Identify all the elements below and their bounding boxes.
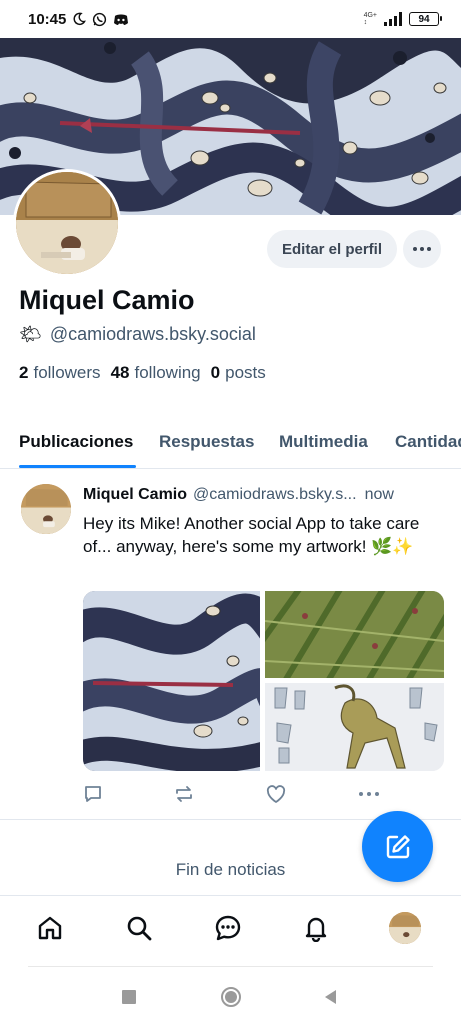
post-image-2[interactable] [265, 591, 444, 678]
profile-more-button[interactable] [403, 230, 441, 268]
tab-publicaciones[interactable]: Publicaciones [19, 432, 133, 452]
tab-multimedia[interactable]: Multimedia [279, 432, 368, 452]
tab-respuestas[interactable]: Respuestas [159, 432, 254, 452]
search-icon [127, 916, 152, 941]
bell-icon [305, 917, 327, 942]
home-system-button[interactable] [219, 985, 243, 1009]
whatsapp-icon [93, 12, 107, 26]
post-body: Hey its Mike! Another social App to take… [83, 514, 420, 556]
compose-button[interactable] [362, 811, 433, 882]
signal-icon [384, 12, 402, 26]
chat-icon [215, 915, 241, 941]
battery-indicator: 94 [409, 12, 442, 26]
posts-stat: 0 posts [210, 363, 266, 382]
handle-row: 🌤 @camiodraws.bsky.social [19, 324, 256, 345]
discord-icon [114, 14, 129, 25]
nav-search[interactable] [123, 912, 155, 944]
profile-tabs: Publicaciones Respuestas Multimedia Cant… [0, 420, 461, 469]
post-more-button[interactable] [358, 783, 380, 805]
reply-icon [85, 786, 101, 802]
post-author-name[interactable]: Miquel Camio [83, 486, 187, 504]
profile-stats: 2 followers 48 following 0 posts [19, 363, 266, 383]
nav-profile[interactable] [389, 912, 421, 944]
display-name: Miquel Camio [19, 285, 195, 315]
heart-icon [266, 784, 286, 803]
compose-icon [386, 834, 410, 858]
post-actions [82, 783, 382, 805]
circle-icon [221, 987, 241, 1007]
edit-profile-button[interactable]: Editar el perfil [267, 230, 397, 268]
post-avatar-photo [21, 484, 71, 534]
post-image-1[interactable] [83, 591, 260, 771]
nav-divider [28, 966, 433, 967]
bottom-navigation [0, 895, 461, 965]
network-type: 4G+ ↕ [363, 12, 377, 26]
like-button[interactable] [265, 783, 287, 805]
repost-icon [176, 786, 192, 802]
post-timestamp: now [364, 486, 394, 503]
tab-cantidad[interactable]: Cantidad [395, 432, 461, 452]
post-author-handle[interactable]: @camiodraws.bsky.s... [193, 486, 357, 504]
followers-stat[interactable]: 2 followers [19, 363, 101, 383]
repost-button[interactable] [173, 783, 195, 805]
status-time: 10:45 [28, 10, 67, 28]
moon-icon [73, 12, 87, 26]
profile-avatar[interactable] [13, 169, 121, 277]
avatar [389, 912, 421, 944]
recents-button[interactable] [117, 985, 141, 1009]
following-stat[interactable]: 48 following [111, 363, 201, 383]
back-button[interactable] [318, 985, 342, 1009]
back-triangle-icon [325, 990, 336, 1004]
nav-notifications[interactable] [300, 912, 332, 944]
more-horizontal-icon [413, 247, 431, 251]
status-bar: 10:45 4G+ ↕ 94 [0, 0, 461, 38]
profile-handle: @camiodraws.bsky.social [49, 324, 256, 344]
post-author-avatar[interactable] [21, 484, 71, 534]
post-image-grid [83, 591, 444, 771]
active-tab-indicator [19, 465, 136, 468]
nav-chat[interactable] [212, 912, 244, 944]
avatar-photo [16, 172, 118, 274]
home-icon [38, 916, 62, 940]
reply-button[interactable] [82, 783, 104, 805]
more-horizontal-icon [359, 792, 379, 796]
post-image-3[interactable] [265, 683, 444, 771]
sun-emoji-icon: 🌤 [19, 324, 42, 344]
square-icon [122, 990, 136, 1004]
nav-home[interactable] [34, 912, 66, 944]
feed-post[interactable]: Miquel Camio @camiodraws.bsky.s... now H… [0, 470, 461, 820]
post-header: Miquel Camio @camiodraws.bsky.s... now [83, 486, 448, 504]
system-navigation [0, 975, 461, 1020]
